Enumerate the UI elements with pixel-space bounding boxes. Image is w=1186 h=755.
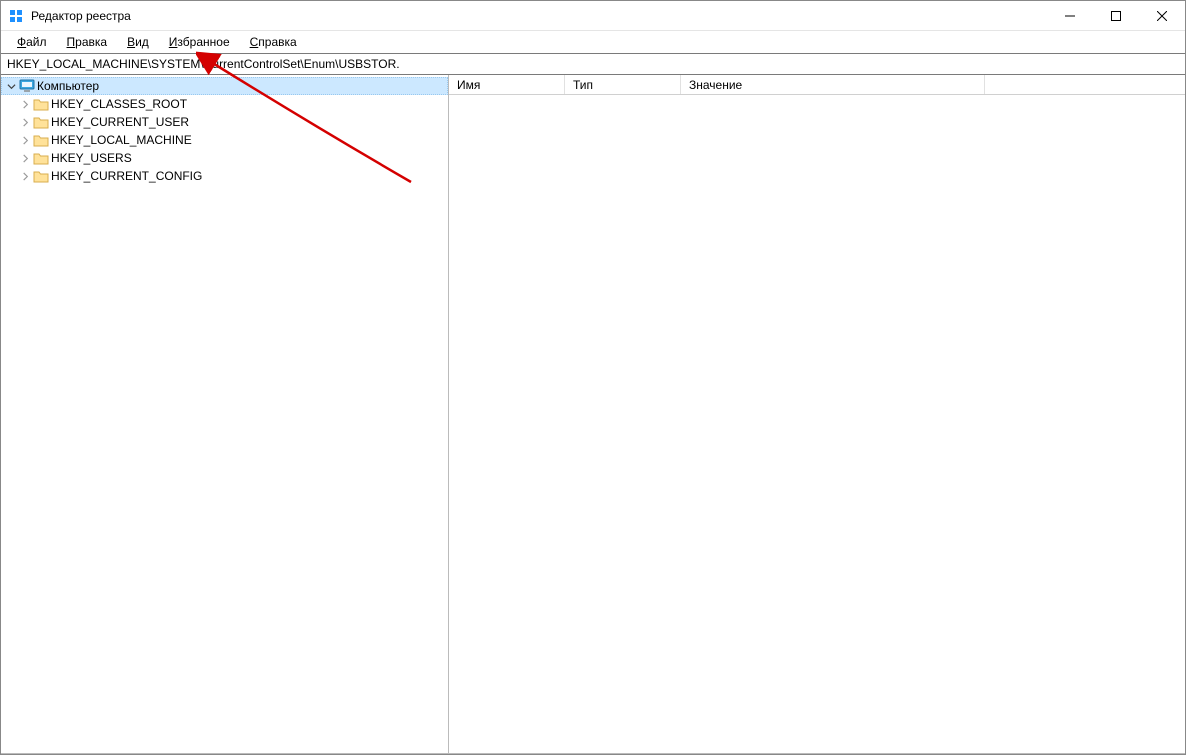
- window-titlebar: Редактор реестра: [1, 1, 1185, 31]
- tree-root-computer[interactable]: Компьютер: [1, 77, 448, 95]
- chevron-right-icon[interactable]: [19, 118, 31, 127]
- chevron-down-icon[interactable]: [5, 82, 17, 91]
- tree-item-hklm[interactable]: HKEY_LOCAL_MACHINE: [15, 131, 448, 149]
- column-header-name[interactable]: Имя: [449, 75, 565, 94]
- menu-favorites[interactable]: Избранное Избранное: [161, 33, 238, 51]
- window-title: Редактор реестра: [31, 9, 131, 23]
- tree-item-label: HKEY_CLASSES_ROOT: [51, 97, 187, 111]
- menu-edit[interactable]: Правка Правка: [59, 33, 116, 51]
- close-button[interactable]: [1139, 1, 1185, 31]
- column-header-value[interactable]: Значение: [681, 75, 985, 94]
- menu-help[interactable]: Справка Справка: [242, 33, 305, 51]
- address-input[interactable]: [1, 54, 1185, 74]
- tree-item-hkcu[interactable]: HKEY_CURRENT_USER: [15, 113, 448, 131]
- chevron-right-icon[interactable]: [19, 154, 31, 163]
- tree-item-hkcc[interactable]: HKEY_CURRENT_CONFIG: [15, 167, 448, 185]
- tree-item-hku[interactable]: HKEY_USERS: [15, 149, 448, 167]
- chevron-right-icon[interactable]: [19, 136, 31, 145]
- tree-item-label: HKEY_CURRENT_USER: [51, 115, 189, 129]
- menu-view[interactable]: Вид Вид: [119, 33, 157, 51]
- menu-file[interactable]: Файл Файл: [9, 33, 55, 51]
- computer-icon: [19, 78, 35, 94]
- values-pane[interactable]: Имя Тип Значение: [449, 75, 1185, 753]
- app-icon: [9, 8, 25, 24]
- tree-pane[interactable]: Компьютер HKEY_CLASSES_ROOT HKEY_CURRENT…: [1, 75, 449, 753]
- chevron-right-icon[interactable]: [19, 100, 31, 109]
- folder-icon: [33, 96, 49, 112]
- folder-icon: [33, 168, 49, 184]
- folder-icon: [33, 132, 49, 148]
- minimize-button[interactable]: [1047, 1, 1093, 31]
- column-header-spacer: [985, 75, 1185, 94]
- tree-item-label: HKEY_CURRENT_CONFIG: [51, 169, 202, 183]
- folder-icon: [33, 150, 49, 166]
- column-header-type[interactable]: Тип: [565, 75, 681, 94]
- list-body-empty: [449, 95, 1185, 753]
- main-content: Компьютер HKEY_CLASSES_ROOT HKEY_CURRENT…: [1, 75, 1185, 754]
- folder-icon: [33, 114, 49, 130]
- menu-bar: Файл Файл Правка Правка Вид Вид Избранно…: [1, 31, 1185, 53]
- tree-item-label: HKEY_LOCAL_MACHINE: [51, 133, 192, 147]
- tree-root-label: Компьютер: [37, 79, 99, 93]
- chevron-right-icon[interactable]: [19, 172, 31, 181]
- address-bar: [1, 53, 1185, 75]
- list-header: Имя Тип Значение: [449, 75, 1185, 95]
- maximize-button[interactable]: [1093, 1, 1139, 31]
- window-controls: [1047, 1, 1185, 31]
- tree-item-hkcr[interactable]: HKEY_CLASSES_ROOT: [15, 95, 448, 113]
- tree-item-label: HKEY_USERS: [51, 151, 132, 165]
